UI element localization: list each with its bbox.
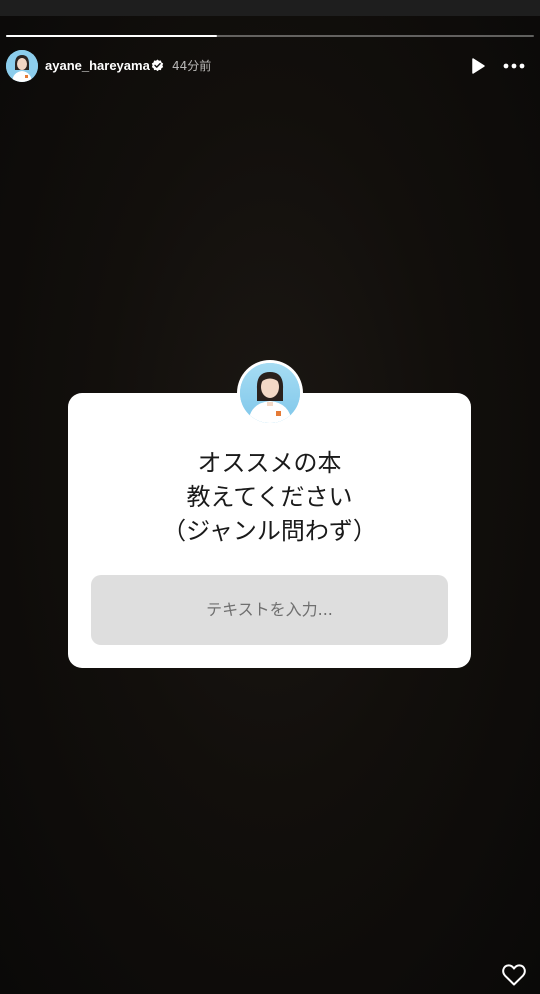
question-line: （ジャンル問わず） <box>162 517 377 545</box>
browser-top-strip <box>0 0 540 16</box>
heart-icon[interactable] <box>501 962 527 988</box>
answer-input[interactable]: テキストを入力... <box>91 575 448 645</box>
question-line: オススメの本 <box>197 449 342 477</box>
story-progress-fill <box>6 35 218 37</box>
story-viewer: ayane_hareyama 44分前 オススメの本 教えてください （ジャンル… <box>0 0 540 994</box>
story-header: ayane_hareyama 44分前 <box>6 50 534 82</box>
story-progress-bar <box>6 35 534 37</box>
sticker-avatar-icon <box>240 363 300 423</box>
sticker-avatar <box>237 360 303 426</box>
profile-avatar-icon[interactable] <box>6 50 38 82</box>
verified-badge-icon <box>151 59 164 72</box>
story-timestamp: 44分前 <box>172 59 212 73</box>
question-line: 教えてください <box>186 483 353 511</box>
more-icon[interactable] <box>502 56 526 76</box>
question-sticker: オススメの本 教えてください （ジャンル問わず） テキストを入力... <box>68 393 471 668</box>
play-icon[interactable] <box>468 56 488 76</box>
answer-placeholder: テキストを入力... <box>206 600 333 619</box>
username[interactable]: ayane_hareyama <box>45 58 150 74</box>
question-text: オススメの本 教えてください （ジャンル問わず） <box>68 446 471 548</box>
